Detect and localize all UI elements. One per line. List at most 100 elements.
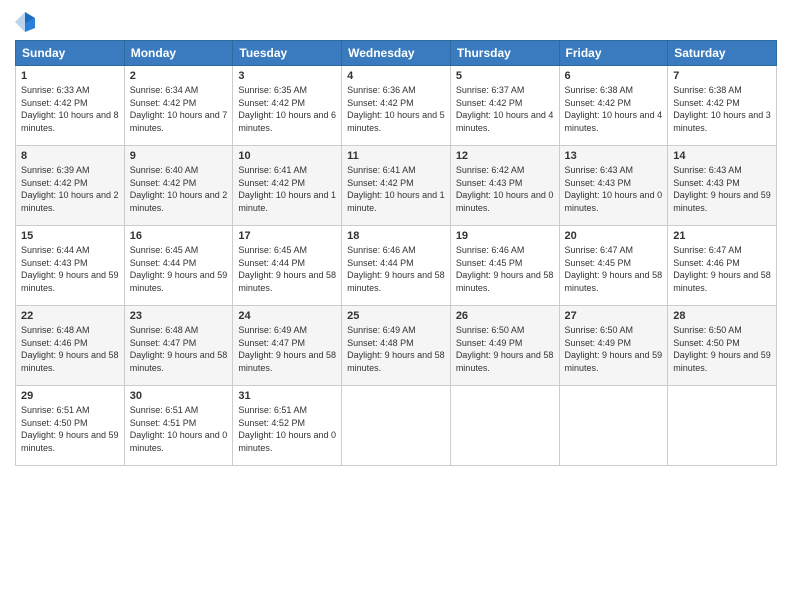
day-cell: 23 Sunrise: 6:48 AMSunset: 4:47 PMDayligh… xyxy=(124,306,233,386)
weekday-header-saturday: Saturday xyxy=(668,41,777,66)
day-number: 5 xyxy=(456,70,554,82)
day-number: 29 xyxy=(21,390,119,402)
weekday-header-monday: Monday xyxy=(124,41,233,66)
day-cell: 6 Sunrise: 6:38 AMSunset: 4:42 PMDaylight… xyxy=(559,66,668,146)
logo xyxy=(15,10,39,34)
day-cell: 4Sunrise: 6:36 AMSunset: 4:42 PMDaylight… xyxy=(342,66,451,146)
day-cell: 14Sunrise: 6:43 AMSunset: 4:43 PMDayligh… xyxy=(668,146,777,226)
day-info: Sunrise: 6:51 AMSunset: 4:51 PMDaylight:… xyxy=(130,404,228,454)
day-info: Sunrise: 6:49 AMSunset: 4:48 PMDaylight:… xyxy=(347,324,445,374)
calendar-table: SundayMondayTuesdayWednesdayThursdayFrid… xyxy=(15,40,777,466)
day-cell: 29 Sunrise: 6:51 AMSunset: 4:50 PMDayligh… xyxy=(16,386,125,466)
day-info: Sunrise: 6:51 AMSunset: 4:52 PMDaylight:… xyxy=(238,404,336,454)
day-cell xyxy=(342,386,451,466)
day-info: Sunrise: 6:42 AMSunset: 4:43 PMDaylight:… xyxy=(456,164,554,214)
day-info: Sunrise: 6:48 AMSunset: 4:46 PMDaylight:… xyxy=(21,324,119,374)
day-info: Sunrise: 6:47 AMSunset: 4:45 PMDaylight:… xyxy=(565,244,663,294)
day-number: 26 xyxy=(456,310,554,322)
day-number: 2 xyxy=(130,70,228,82)
day-info: Sunrise: 6:44 AMSunset: 4:43 PMDaylight:… xyxy=(21,244,119,294)
day-info: Sunrise: 6:39 AMSunset: 4:42 PMDaylight:… xyxy=(21,164,119,214)
header xyxy=(15,10,777,34)
day-info: Sunrise: 6:43 AMSunset: 4:43 PMDaylight:… xyxy=(565,164,663,214)
day-cell: 25 Sunrise: 6:49 AMSunset: 4:48 PMDayligh… xyxy=(342,306,451,386)
day-number: 25 xyxy=(347,310,445,322)
day-cell: 18 Sunrise: 6:46 AMSunset: 4:44 PMDayligh… xyxy=(342,226,451,306)
weekday-header-row: SundayMondayTuesdayWednesdayThursdayFrid… xyxy=(16,41,777,66)
day-cell: 16 Sunrise: 6:45 AMSunset: 4:44 PMDayligh… xyxy=(124,226,233,306)
day-cell: 15 Sunrise: 6:44 AMSunset: 4:43 PMDayligh… xyxy=(16,226,125,306)
day-info: Sunrise: 6:51 AMSunset: 4:50 PMDaylight:… xyxy=(21,404,119,454)
day-cell: 26 Sunrise: 6:50 AMSunset: 4:49 PMDayligh… xyxy=(450,306,559,386)
day-info: Sunrise: 6:41 AMSunset: 4:42 PMDaylight:… xyxy=(238,164,336,214)
day-info: Sunrise: 6:38 AMSunset: 4:42 PMDaylight:… xyxy=(673,84,771,134)
day-info: Sunrise: 6:48 AMSunset: 4:47 PMDaylight:… xyxy=(130,324,228,374)
week-row-5: 29 Sunrise: 6:51 AMSunset: 4:50 PMDayligh… xyxy=(16,386,777,466)
week-row-2: 8Sunrise: 6:39 AMSunset: 4:42 PMDaylight… xyxy=(16,146,777,226)
day-info: Sunrise: 6:38 AMSunset: 4:42 PMDaylight:… xyxy=(565,84,663,134)
day-number: 9 xyxy=(130,150,228,162)
day-cell: 30 Sunrise: 6:51 AMSunset: 4:51 PMDayligh… xyxy=(124,386,233,466)
day-cell xyxy=(450,386,559,466)
day-info: Sunrise: 6:46 AMSunset: 4:44 PMDaylight:… xyxy=(347,244,445,294)
day-info: Sunrise: 6:50 AMSunset: 4:49 PMDaylight:… xyxy=(456,324,554,374)
day-cell: 31 Sunrise: 6:51 AMSunset: 4:52 PMDayligh… xyxy=(233,386,342,466)
day-cell: 12 Sunrise: 6:42 AMSunset: 4:43 PMDayligh… xyxy=(450,146,559,226)
day-number: 12 xyxy=(456,150,554,162)
day-info: Sunrise: 6:45 AMSunset: 4:44 PMDaylight:… xyxy=(130,244,228,294)
day-number: 1 xyxy=(21,70,119,82)
day-cell: 13 Sunrise: 6:43 AMSunset: 4:43 PMDayligh… xyxy=(559,146,668,226)
day-number: 28 xyxy=(673,310,771,322)
day-number: 18 xyxy=(347,230,445,242)
day-info: Sunrise: 6:43 AMSunset: 4:43 PMDaylight:… xyxy=(673,164,771,214)
day-number: 20 xyxy=(565,230,663,242)
day-number: 3 xyxy=(238,70,336,82)
day-number: 17 xyxy=(238,230,336,242)
day-info: Sunrise: 6:47 AMSunset: 4:46 PMDaylight:… xyxy=(673,244,771,294)
day-number: 16 xyxy=(130,230,228,242)
weekday-header-tuesday: Tuesday xyxy=(233,41,342,66)
day-cell: 5 Sunrise: 6:37 AMSunset: 4:42 PMDaylight… xyxy=(450,66,559,146)
day-info: Sunrise: 6:46 AMSunset: 4:45 PMDaylight:… xyxy=(456,244,554,294)
day-cell: 19 Sunrise: 6:46 AMSunset: 4:45 PMDayligh… xyxy=(450,226,559,306)
week-row-1: 1 Sunrise: 6:33 AMSunset: 4:42 PMDaylight… xyxy=(16,66,777,146)
day-cell: 20 Sunrise: 6:47 AMSunset: 4:45 PMDayligh… xyxy=(559,226,668,306)
day-cell: 22 Sunrise: 6:48 AMSunset: 4:46 PMDayligh… xyxy=(16,306,125,386)
day-cell: 7Sunrise: 6:38 AMSunset: 4:42 PMDaylight… xyxy=(668,66,777,146)
day-cell: 9 Sunrise: 6:40 AMSunset: 4:42 PMDaylight… xyxy=(124,146,233,226)
week-row-3: 15 Sunrise: 6:44 AMSunset: 4:43 PMDayligh… xyxy=(16,226,777,306)
day-number: 30 xyxy=(130,390,228,402)
day-number: 22 xyxy=(21,310,119,322)
day-info: Sunrise: 6:36 AMSunset: 4:42 PMDaylight:… xyxy=(347,84,445,134)
day-cell: 2Sunrise: 6:34 AMSunset: 4:42 PMDaylight… xyxy=(124,66,233,146)
day-number: 19 xyxy=(456,230,554,242)
day-cell: 1 Sunrise: 6:33 AMSunset: 4:42 PMDaylight… xyxy=(16,66,125,146)
day-info: Sunrise: 6:40 AMSunset: 4:42 PMDaylight:… xyxy=(130,164,228,214)
day-cell xyxy=(559,386,668,466)
day-number: 21 xyxy=(673,230,771,242)
day-cell: 11Sunrise: 6:41 AMSunset: 4:42 PMDayligh… xyxy=(342,146,451,226)
day-number: 24 xyxy=(238,310,336,322)
day-info: Sunrise: 6:50 AMSunset: 4:49 PMDaylight:… xyxy=(565,324,663,374)
day-info: Sunrise: 6:33 AMSunset: 4:42 PMDaylight:… xyxy=(21,84,119,134)
day-cell: 17 Sunrise: 6:45 AMSunset: 4:44 PMDayligh… xyxy=(233,226,342,306)
week-row-4: 22 Sunrise: 6:48 AMSunset: 4:46 PMDayligh… xyxy=(16,306,777,386)
day-number: 15 xyxy=(21,230,119,242)
day-info: Sunrise: 6:37 AMSunset: 4:42 PMDaylight:… xyxy=(456,84,554,134)
day-cell xyxy=(668,386,777,466)
day-cell: 21 Sunrise: 6:47 AMSunset: 4:46 PMDayligh… xyxy=(668,226,777,306)
day-cell: 24Sunrise: 6:49 AMSunset: 4:47 PMDayligh… xyxy=(233,306,342,386)
weekday-header-sunday: Sunday xyxy=(16,41,125,66)
day-info: Sunrise: 6:45 AMSunset: 4:44 PMDaylight:… xyxy=(238,244,336,294)
day-number: 6 xyxy=(565,70,663,82)
day-info: Sunrise: 6:50 AMSunset: 4:50 PMDaylight:… xyxy=(673,324,771,374)
day-number: 10 xyxy=(238,150,336,162)
day-number: 31 xyxy=(238,390,336,402)
day-info: Sunrise: 6:35 AMSunset: 4:42 PMDaylight:… xyxy=(238,84,336,134)
day-number: 13 xyxy=(565,150,663,162)
day-number: 23 xyxy=(130,310,228,322)
weekday-header-thursday: Thursday xyxy=(450,41,559,66)
day-number: 27 xyxy=(565,310,663,322)
day-cell: 28 Sunrise: 6:50 AMSunset: 4:50 PMDayligh… xyxy=(668,306,777,386)
logo-icon xyxy=(15,10,35,34)
